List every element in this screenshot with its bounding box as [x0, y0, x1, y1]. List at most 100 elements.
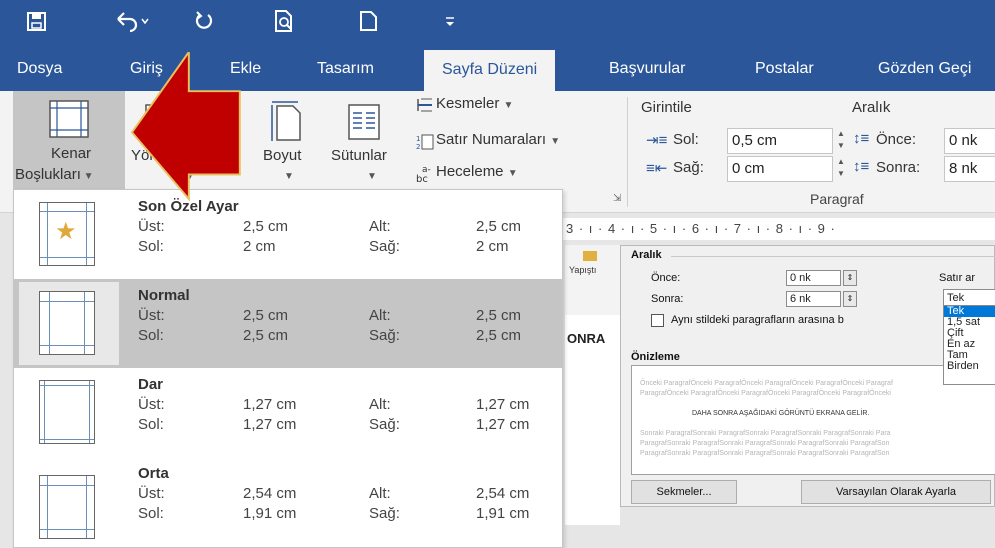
dialog-after-label: Sonra: [651, 293, 684, 305]
right-value: 1,91 cm [476, 505, 530, 522]
bottom-value: 1,27 cm [476, 396, 530, 413]
spacing-heading: Aralık [852, 99, 891, 116]
save-icon[interactable] [26, 6, 48, 36]
moderate-margin-icon [39, 475, 95, 539]
preview-line: Önceki ParagrafÖnceki ParagrafÖnceki Par… [640, 380, 893, 387]
paragraph-group-label: Paragraf [810, 191, 864, 207]
svg-text:1: 1 [416, 135, 420, 143]
margin-option-normal[interactable]: Normal Üst: 2,5 cm Alt: 2,5 cm Sol: 2,5 … [14, 279, 562, 368]
margin-option-last-custom[interactable]: ★ Son Özel Ayar Üst: 2,5 cm Alt: 2,5 cm … [14, 190, 562, 279]
right-value: 2 cm [476, 238, 509, 255]
right-label: Sağ: [369, 416, 400, 433]
size-button[interactable]: Boyut [263, 147, 301, 164]
margins-menu: ★ Son Özel Ayar Üst: 2,5 cm Alt: 2,5 cm … [13, 189, 563, 548]
breaks-label: Kesmeler [436, 95, 500, 112]
margins-label-line2: Boşlukları ▼ [15, 166, 94, 183]
hyphenation-button[interactable]: Heceleme ▼ [436, 163, 518, 180]
horizontal-ruler: 3 · ı · 4 · ı · 5 · ı · 6 · ı · 7 · ı · … [560, 218, 995, 240]
dialog-after-input[interactable]: 6 nk [786, 291, 841, 307]
dialog-before-label: Önce: [651, 272, 681, 284]
top-value: 2,5 cm [243, 218, 289, 235]
right-label: Sağ: [369, 505, 400, 522]
size-icon [268, 99, 304, 148]
tab-layout[interactable]: Sayfa Düzeni [424, 50, 556, 91]
undo-icon[interactable] [114, 6, 150, 36]
tab-file[interactable]: Dosya [17, 45, 62, 91]
paste-label: Yapıştı [569, 265, 597, 275]
tab-mailings[interactable]: Postalar [755, 45, 814, 91]
margin-option-title: Dar [138, 376, 164, 393]
top-label: Üst: [138, 218, 165, 235]
chevron-down-icon: ▼ [284, 171, 294, 182]
indent-right-spinner[interactable]: ▲ ▼ [834, 156, 848, 182]
top-label: Üst: [138, 485, 165, 502]
indent-right-label: Sağ: [673, 159, 704, 176]
spacing-before-label: Önce: [876, 131, 917, 148]
top-value: 2,54 cm [243, 485, 297, 502]
redo-icon[interactable] [193, 6, 215, 36]
dialog-before-input[interactable]: 0 nk [786, 270, 841, 286]
divider [671, 256, 995, 257]
bottom-value: 2,5 cm [476, 218, 522, 235]
dialog-before-spinner[interactable]: ⇕ [843, 270, 857, 286]
right-value: 2,5 cm [476, 327, 522, 344]
spacing-before-input[interactable]: 0 nk [944, 128, 995, 154]
breaks-button[interactable]: Kesmeler ▼ [436, 95, 513, 112]
dialog-after-spinner[interactable]: ⇕ [843, 291, 857, 307]
print-preview-icon[interactable] [273, 6, 295, 36]
preview-line: Sonraki ParagrafSonraki ParagrafSonraki … [640, 430, 891, 437]
left-value: 1,91 cm [243, 505, 297, 522]
indent-right-input[interactable]: 0 cm [727, 156, 833, 182]
tab-references[interactable]: Başvurular [609, 45, 685, 91]
preview-line: ParagrafÖnceki ParagrafÖnceki ParagrafÖn… [640, 390, 891, 397]
columns-icon [346, 103, 382, 148]
title-bar [0, 0, 995, 45]
paste-icon [583, 251, 597, 261]
clipboard-panel: Yapıştı [565, 245, 620, 315]
dialog-spacing-heading: Aralık [631, 249, 662, 261]
hyphenation-label: Heceleme [436, 163, 504, 180]
bottom-label: Alt: [369, 396, 391, 413]
normal-margin-icon [39, 291, 95, 355]
chevron-down-icon: ▼ [507, 168, 518, 179]
indent-right-icon: ≡⇤ [646, 160, 668, 177]
line-spacing-label: Satır ar [939, 272, 976, 284]
paragraph-dialog: Aralık Önce: 0 nk ⇕ Sonra: 6 nk ⇕ Satır … [620, 245, 995, 507]
top-label: Üst: [138, 307, 165, 324]
top-value: 1,27 cm [243, 396, 297, 413]
preview-line: DAHA SONRA AŞAĞIDAKİ GÖRÜNTÜ EKRANA GELİ… [692, 410, 870, 417]
chevron-down-icon: ▼ [80, 171, 94, 182]
same-style-checkbox[interactable] [651, 314, 664, 327]
tabs-button[interactable]: Sekmeler... [631, 480, 737, 504]
left-value: 1,27 cm [243, 416, 297, 433]
set-as-default-button[interactable]: Varsayılan Olarak Ayarla [801, 480, 991, 504]
margins-icon [48, 99, 90, 144]
line-spacing-list[interactable]: Tek Tek 1,5 sat Çift En az Tam Birden [943, 289, 995, 385]
spacing-after-input[interactable]: 8 nk [944, 156, 995, 182]
same-style-checkbox-label: Aynı stildeki paragrafların arasına b [671, 314, 844, 326]
customize-icon[interactable] [443, 6, 457, 36]
paragraph-preview: Önceki ParagrafÖnceki ParagrafÖnceki Par… [631, 365, 995, 475]
margins-button[interactable]: Kenar Boşlukları ▼ [13, 91, 125, 189]
indent-left-input[interactable]: 0,5 cm [727, 128, 833, 154]
line-spacing-select[interactable]: Tek [944, 290, 995, 306]
indent-left-icon: ⇥≡ [646, 132, 668, 149]
right-value: 1,27 cm [476, 416, 530, 433]
margin-option-moderate[interactable]: Orta Üst: 2,54 cm Alt: 2,54 cm Sol: 1,91… [14, 457, 562, 546]
indent-left-spinner[interactable]: ▲ ▼ [834, 128, 848, 154]
left-label: Sol: [138, 505, 164, 522]
tab-review[interactable]: Gözden Geçi [878, 45, 971, 91]
tab-design[interactable]: Tasarım [317, 45, 374, 91]
left-value: 2 cm [243, 238, 276, 255]
margin-option-narrow[interactable]: Dar Üst: 1,27 cm Alt: 1,27 cm Sol: 1,27 … [14, 368, 562, 457]
indent-heading: Girintile [641, 99, 692, 116]
right-label: Sağ: [369, 238, 400, 255]
svg-text:bc: bc [416, 174, 428, 183]
columns-button[interactable]: Sütunlar [331, 147, 387, 164]
page-setup-launcher-icon[interactable]: ⇲ [613, 193, 621, 204]
line-numbers-icon: 12 [416, 133, 434, 156]
line-spacing-option[interactable]: Birden [944, 361, 995, 372]
new-document-icon[interactable] [358, 6, 380, 36]
margins-label-line1: Kenar [51, 145, 92, 162]
line-numbers-button[interactable]: Satır Numaraları ▼ [436, 131, 560, 148]
